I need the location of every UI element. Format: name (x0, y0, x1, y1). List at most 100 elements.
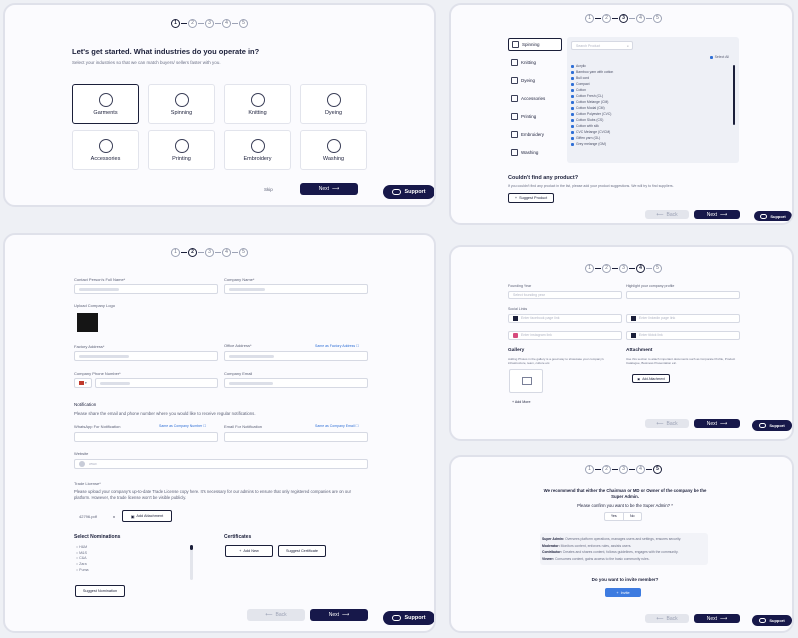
attachment-icon: ▣ (637, 376, 641, 381)
embroidery-icon (250, 138, 265, 153)
support-button[interactable]: Support (752, 420, 792, 431)
gallery-image[interactable] (509, 369, 543, 393)
trade-license-desc: Please upload your company's up-to-date … (74, 489, 351, 500)
step-1: 1 (171, 19, 180, 28)
step-2: 2 (188, 248, 197, 257)
company-phone-input[interactable] (95, 378, 218, 388)
add-certificate-button[interactable]: + Add New (225, 545, 273, 557)
tile-accessories[interactable]: Accessories (72, 130, 139, 170)
same-as-factory-link[interactable]: Same as Factory Address ☐ (315, 344, 359, 348)
support-icon (759, 618, 767, 623)
skip-link[interactable]: Skip (264, 187, 273, 192)
sidebar-item-dyeing[interactable]: Dyeing (508, 74, 562, 87)
sidebar-item-spinning[interactable]: Spinning (508, 38, 562, 51)
same-as-company-email-link[interactable]: Same as Company Email ☐ (315, 424, 359, 428)
add-attachment-button[interactable]: ▣ Add Attachment (122, 510, 172, 522)
whatsapp-input[interactable] (74, 432, 218, 442)
step-5: 5 (653, 465, 662, 474)
next-button[interactable]: Next ⟶ (694, 614, 740, 623)
company-info-panel: 1 2 3 4 5 Contact Person's Full Name* Co… (3, 233, 436, 633)
add-more-link[interactable]: + Add More (512, 400, 531, 404)
next-button[interactable]: Next ⟶ (300, 183, 358, 195)
select-all[interactable]: Select All (709, 55, 729, 59)
add-attachment-button[interactable]: ▣ Add Attachment (632, 374, 670, 383)
linkedin-input[interactable]: Enter linkedin page link (626, 314, 740, 323)
website-input[interactable]: www. (74, 459, 368, 469)
remove-file-icon[interactable]: x (113, 514, 115, 519)
instagram-input[interactable]: Enter instagram link (508, 331, 622, 340)
stepper: 1 2 3 4 5 (171, 19, 248, 28)
sidebar-item-washing[interactable]: Washing (508, 146, 562, 159)
profile-step-panel: 1 2 3 4 5 Founding Year Select founding … (449, 245, 794, 441)
step-2: 2 (602, 465, 611, 474)
next-button[interactable]: Next ⟶ (310, 609, 368, 621)
email-notification-label: Email For Notification (224, 424, 263, 429)
facebook-input[interactable]: Enter facebook page link (508, 314, 622, 323)
no-option[interactable]: No (624, 513, 642, 520)
attachment-desc: Use this section to attach important doc… (626, 357, 736, 365)
whatsapp-label: WhatsApp For Notification (74, 424, 121, 429)
next-button[interactable]: Next ⟶ (694, 210, 740, 219)
company-name-input[interactable] (224, 284, 368, 294)
same-as-company-number-link[interactable]: Same as Company Number ☐ (159, 424, 206, 428)
gallery-title: Gallery (508, 348, 525, 353)
website-label: Website (74, 451, 89, 456)
tile-garments[interactable]: Garments (72, 84, 139, 124)
country-code-select[interactable]: ▾ (74, 378, 92, 388)
sidebar-item-embroidery[interactable]: Embroidery (508, 128, 562, 141)
tile-printing[interactable]: Printing (148, 130, 215, 170)
globe-icon (79, 461, 85, 468)
gallery-desc: Adding Photos in the gallery is a good w… (508, 357, 604, 365)
chevron-down-icon: ▾ (84, 381, 87, 385)
file-name: 42796.pdf (79, 514, 97, 519)
invite-button[interactable]: + Invite (605, 588, 641, 597)
tile-knitting[interactable]: Knitting (224, 84, 291, 124)
facebook-icon (513, 315, 518, 321)
support-button[interactable]: Support (383, 185, 434, 199)
contact-name-input[interactable] (74, 284, 218, 294)
company-logo-image[interactable] (77, 313, 98, 332)
sidebar-item-printing[interactable]: Printing (508, 110, 562, 123)
company-email-input[interactable] (224, 378, 368, 388)
factory-address-input[interactable] (74, 351, 218, 361)
yes-option[interactable]: Yes (605, 513, 624, 520)
support-icon (392, 189, 402, 195)
tile-spinning[interactable]: Spinning (148, 84, 215, 124)
list-item[interactable]: ○ Puma (76, 568, 89, 574)
support-button[interactable]: Support (383, 611, 434, 625)
tile-washing[interactable]: Washing (300, 130, 367, 170)
stepper: 1 2 3 4 5 (171, 248, 248, 257)
back-button[interactable]: ⟵ Back (247, 609, 305, 621)
factory-address-label: Factory Address* (74, 344, 105, 349)
email-notification-input[interactable] (224, 432, 368, 442)
search-input[interactable]: Search Product ⌕ (571, 41, 633, 50)
step-3: 3 (619, 14, 628, 23)
list-item[interactable]: Grey melange (GM) (571, 141, 721, 147)
arrow-left-icon: ⟵ (265, 612, 273, 618)
highlight-profile-input[interactable] (626, 291, 740, 299)
suggest-product-button[interactable]: + Suggest Product (508, 193, 554, 203)
next-button[interactable]: Next ⟶ (694, 419, 740, 428)
support-icon (392, 615, 402, 621)
back-button[interactable]: ⟵ Back (645, 210, 689, 219)
tiktok-input[interactable]: Enter tiktok link (626, 331, 740, 340)
scrollbar[interactable] (190, 545, 193, 580)
founding-year-select[interactable]: Select founding year (508, 291, 622, 299)
back-button[interactable]: ⟵ Back (645, 419, 689, 428)
sidebar-item-accessories[interactable]: Accessories (508, 92, 562, 105)
support-button[interactable]: Support (752, 615, 792, 626)
tile-dyeing[interactable]: Dyeing (300, 84, 367, 124)
suggest-certificate-button[interactable]: Suggest Certificate (278, 545, 326, 557)
step-5: 5 (239, 19, 248, 28)
scrollbar[interactable] (733, 65, 735, 125)
office-address-label: Office Address* (224, 343, 252, 348)
back-button[interactable]: ⟵ Back (645, 614, 689, 623)
sidebar-item-knitting[interactable]: Knitting (508, 56, 562, 69)
dyeing-icon (326, 92, 341, 107)
suggest-nomination-button[interactable]: Suggest Nomination (75, 585, 125, 597)
tile-embroidery[interactable]: Embroidery (224, 130, 291, 170)
office-address-input[interactable] (224, 351, 368, 361)
support-button[interactable]: Support (754, 211, 792, 221)
yes-no-toggle: Yes No (604, 512, 642, 521)
step-3: 3 (205, 19, 214, 28)
